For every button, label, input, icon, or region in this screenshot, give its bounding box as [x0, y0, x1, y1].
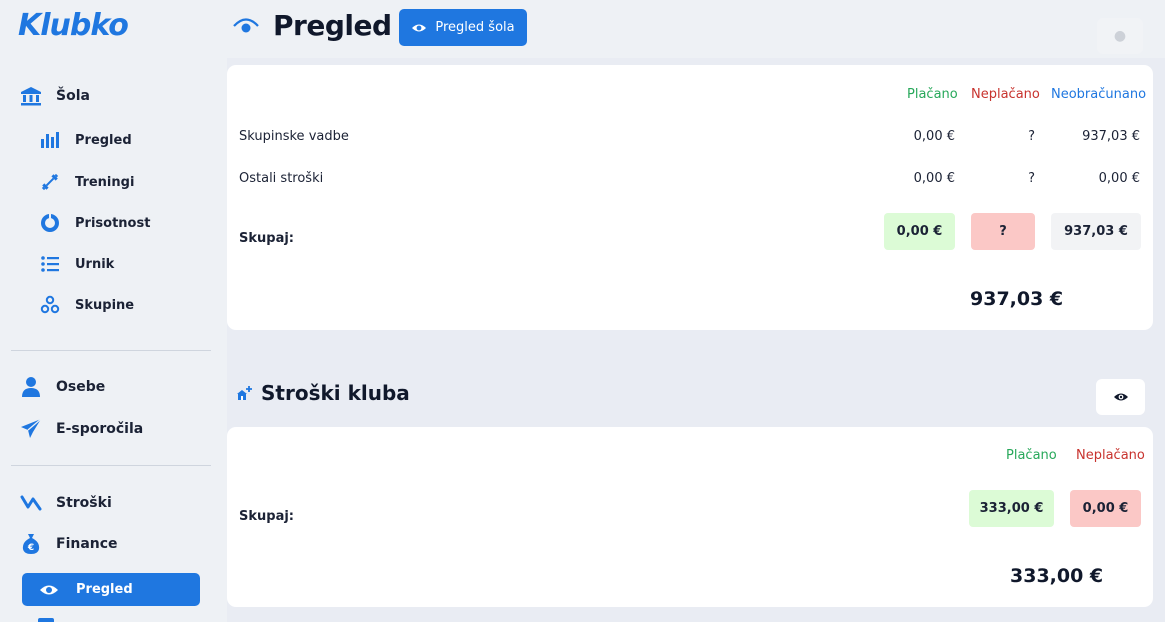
sidebar-item-label: E-sporočila — [56, 421, 144, 437]
button-label: Pregled šola — [435, 20, 515, 35]
sidebar-item-label: Pregled — [75, 132, 132, 148]
page-title: Pregled — [273, 9, 392, 42]
eye-icon — [38, 579, 60, 601]
row-paid-value: 0,00 € — [913, 171, 955, 186]
sidebar-item-trainings[interactable]: Treningi — [39, 171, 134, 193]
row-unpaid-value: ? — [1028, 171, 1035, 186]
sidebar-item-label: Treningi — [75, 174, 135, 190]
list-icon — [39, 253, 61, 275]
sidebar-item-label: Stroški — [56, 495, 112, 511]
grand-total: 333,00 € — [1010, 565, 1104, 587]
sidebar-item-people[interactable]: Osebe — [20, 376, 105, 398]
column-header-unpaid: Neplačano — [1076, 448, 1145, 463]
sidebar-item-costs[interactable]: Stroški — [20, 492, 112, 514]
column-header-unpaid: Neplačano — [971, 87, 1040, 102]
column-header-unbilled: Neobračunano — [1051, 87, 1147, 102]
view-button[interactable] — [1096, 379, 1145, 415]
sidebar-item-school[interactable]: Šola — [20, 85, 90, 107]
sidebar-item-label: Finance — [56, 536, 118, 552]
money-bag-icon: € — [20, 533, 42, 555]
sidebar-item-label: Urnik — [75, 256, 115, 272]
svg-text:€: € — [27, 543, 34, 553]
sidebar-item-schedule[interactable]: Urnik — [39, 253, 114, 275]
row-unbilled-value: 0,00 € — [1098, 171, 1140, 186]
sidebar-divider — [11, 465, 211, 466]
row-paid-value: 0,00 € — [913, 129, 955, 144]
person-icon — [20, 376, 42, 398]
column-header-paid: Plačano — [907, 87, 958, 102]
next-item-icon — [38, 618, 54, 622]
total-unbilled-badge: 937,03 € — [1051, 213, 1141, 250]
sidebar-item-attendance[interactable]: Prisotnost — [39, 212, 150, 234]
bar-chart-icon — [39, 129, 61, 151]
donut-chart-icon — [39, 212, 61, 234]
sidebar-item-finance-overview[interactable]: Pregled — [22, 573, 200, 606]
app-logo[interactable]: Klubko — [18, 8, 129, 43]
total-label: Skupaj: — [239, 231, 294, 246]
total-paid-badge: 333,00 € — [969, 490, 1054, 527]
total-paid-badge: 0,00 € — [884, 213, 955, 250]
school-summary-card: Plačano Neplačano Neobračunano Skupinske… — [227, 65, 1153, 330]
total-unpaid-badge: ? — [971, 213, 1035, 250]
eye-icon — [411, 22, 427, 34]
group-icon — [39, 294, 61, 316]
sidebar-item-label: Prisotnost — [75, 215, 151, 231]
sidebar-divider — [11, 350, 211, 351]
sidebar-item-label: Osebe — [56, 379, 106, 395]
club-costs-card: Plačano Neplačano Skupaj: 333,00 € 0,00 … — [227, 427, 1153, 607]
row-unpaid-value: ? — [1028, 129, 1035, 144]
section-title: Stroški kluba — [261, 381, 410, 405]
total-unpaid-badge: 0,00 € — [1070, 490, 1141, 527]
trend-line-icon — [20, 492, 42, 514]
sidebar-item-label: Pregled — [76, 582, 133, 597]
sidebar-item-messages[interactable]: E-sporočila — [20, 418, 143, 440]
column-header-paid: Plačano — [1006, 448, 1057, 463]
row-label: Ostali stroški — [239, 171, 324, 186]
grand-total: 937,03 € — [970, 288, 1064, 310]
dumbbell-icon — [39, 171, 61, 193]
total-label: Skupaj: — [239, 509, 294, 524]
building-plus-icon — [235, 385, 253, 403]
sidebar-item-label: Šola — [56, 88, 90, 104]
faded-action-button[interactable]: ● — [1097, 18, 1143, 54]
sidebar-item-overview[interactable]: Pregled — [39, 129, 132, 151]
sidebar: Klubko Šola Pregled Treningi Prisotnost … — [0, 0, 227, 622]
sidebar-item-finance[interactable]: € Finance — [20, 533, 118, 555]
eye-icon — [233, 16, 259, 38]
school-building-icon — [20, 85, 42, 107]
sidebar-item-label: Skupine — [75, 297, 135, 313]
paper-plane-icon — [20, 418, 42, 440]
sidebar-item-groups[interactable]: Skupine — [39, 294, 134, 316]
row-label: Skupinske vadbe — [239, 129, 349, 144]
school-overview-button[interactable]: Pregled šola — [399, 9, 527, 46]
row-unbilled-value: 937,03 € — [1082, 129, 1140, 144]
eye-icon — [1113, 388, 1129, 407]
